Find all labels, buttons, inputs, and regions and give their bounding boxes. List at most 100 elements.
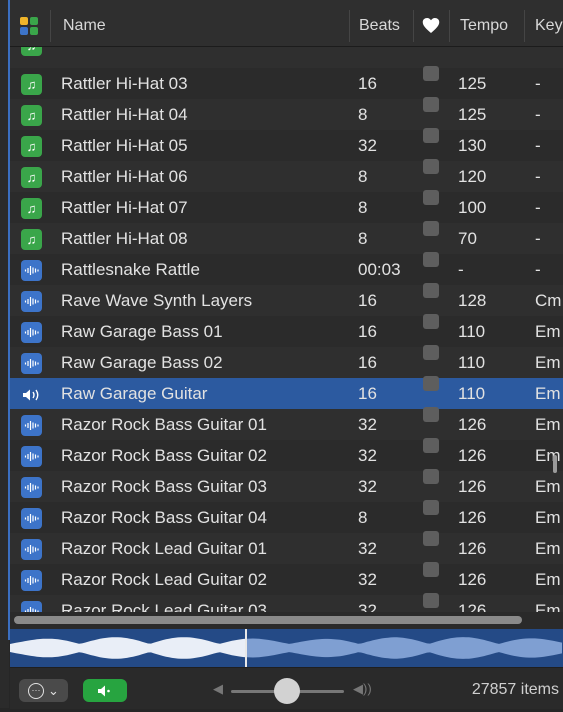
loop-name: Raw Garage Bass 02 [61, 353, 223, 372]
loop-key: - [535, 229, 541, 248]
favorite-checkbox[interactable] [423, 190, 439, 205]
waveform-preview[interactable] [10, 629, 563, 667]
list-item-selected[interactable]: Raw Garage Guitar 16 110 Em [10, 376, 563, 410]
favorite-checkbox[interactable] [423, 252, 439, 267]
loop-tempo: 100 [458, 198, 487, 217]
loop-beats: 32 [358, 477, 377, 496]
loop-tempo: 120 [458, 167, 487, 186]
audio-loop-icon [21, 322, 42, 343]
list-item[interactable]: Razor Rock Lead Guitar 02 32 126 Em [10, 562, 563, 596]
loop-name: Razor Rock Bass Guitar 04 [61, 508, 267, 527]
list-item[interactable]: ♫ Rattler Hi-Hat 07 8 100 - [10, 190, 563, 224]
favorite-checkbox[interactable] [423, 562, 439, 577]
favorite-checkbox[interactable] [423, 469, 439, 484]
horizontal-scrollbar[interactable] [10, 612, 563, 628]
loop-beats: 16 [358, 353, 377, 372]
loop-beats: 16 [358, 291, 377, 310]
favorite-checkbox[interactable] [423, 66, 439, 81]
list-item[interactable]: Raw Garage Bass 01 16 110 Em [10, 314, 563, 348]
audio-loop-icon [21, 508, 42, 529]
column-key[interactable]: Key [535, 0, 563, 46]
audio-loop-icon [21, 539, 42, 560]
loop-tempo: 125 [458, 74, 487, 93]
volume-slider-knob[interactable] [274, 678, 300, 704]
scrollbar-thumb[interactable] [14, 616, 522, 624]
list-item[interactable]: ♫ Rattler Hi-Hat 05 32 130 - [10, 128, 563, 162]
loop-beats: 16 [358, 322, 377, 341]
loop-tempo: 126 [458, 570, 487, 589]
favorite-checkbox[interactable] [423, 593, 439, 608]
list-item[interactable]: Raw Garage Bass 02 16 110 Em [10, 345, 563, 379]
chevron-down-icon: ⌄ [48, 682, 59, 698]
loop-name: Razor Rock Lead Guitar 02 [61, 570, 267, 589]
loop-key: Em [535, 415, 561, 434]
left-edge [0, 0, 10, 708]
list-item[interactable]: Razor Rock Bass Guitar 04 8 126 Em [10, 500, 563, 534]
audio-loop-icon [21, 353, 42, 374]
favorite-checkbox[interactable] [423, 128, 439, 143]
midi-loop-icon: ♫ [21, 198, 42, 219]
waveform-graphic [10, 637, 562, 659]
loop-name: Razor Rock Lead Guitar 01 [61, 539, 267, 558]
list-item[interactable]: Razor Rock Bass Guitar 02 32 126 Em [10, 438, 563, 472]
preview-speaker-button[interactable] [83, 679, 127, 702]
list-item-partial[interactable]: ♫ Rattler Hi-Hat 02 16 125 [10, 47, 563, 69]
list-item[interactable]: Razor Rock Lead Guitar 01 32 126 Em [10, 531, 563, 565]
list-item[interactable]: ♫ Rattler Hi-Hat 03 16 125 - [10, 66, 563, 100]
favorite-checkbox[interactable] [423, 221, 439, 236]
column-beats[interactable]: Beats [359, 0, 400, 46]
column-tempo[interactable]: Tempo [460, 0, 508, 46]
list-item[interactable]: ♫ Rattler Hi-Hat 08 8 70 - [10, 221, 563, 255]
loop-key: Em [535, 353, 561, 372]
loop-beats: 8 [358, 105, 368, 124]
midi-loop-icon: ♫ [21, 136, 42, 157]
list-item[interactable]: Razor Rock Bass Guitar 03 32 126 Em [10, 469, 563, 503]
favorite-checkbox[interactable] [423, 283, 439, 298]
playhead[interactable] [245, 629, 247, 667]
favorite-checkbox[interactable] [423, 531, 439, 546]
favorite-checkbox[interactable] [423, 376, 439, 391]
vertical-scroll-indicator[interactable] [553, 455, 557, 473]
favorite-checkbox[interactable] [423, 345, 439, 360]
list-item[interactable]: ♫ Rattler Hi-Hat 04 8 125 - [10, 97, 563, 131]
loop-tempo: 110 [458, 384, 486, 403]
midi-loop-icon: ♫ [21, 74, 42, 95]
more-options-button[interactable]: ··· ⌄ [19, 679, 68, 702]
favorite-checkbox[interactable] [423, 97, 439, 112]
loop-beats: 32 [358, 136, 377, 155]
column-name[interactable]: Name [63, 0, 106, 46]
loop-beats: 8 [358, 229, 368, 248]
loop-tempo: 128 [458, 291, 487, 310]
loop-tempo: 110 [458, 353, 486, 372]
loop-beats: 32 [358, 415, 377, 434]
favorite-checkbox[interactable] [423, 407, 439, 422]
loop-beats: 16 [358, 74, 377, 93]
favorite-checkbox[interactable] [423, 500, 439, 515]
type-filter-icon[interactable] [20, 17, 38, 35]
midi-loop-icon: ♫ [21, 167, 42, 188]
midi-loop-icon: ♫ [21, 47, 42, 56]
speaker-playing-icon [21, 384, 42, 405]
list-item[interactable]: Rattlesnake Rattle 00:03 - - [10, 252, 563, 286]
loop-key: Em [535, 322, 561, 341]
list-item[interactable]: Razor Rock Bass Guitar 01 32 126 Em [10, 407, 563, 441]
favorite-checkbox[interactable] [423, 314, 439, 329]
loop-tempo: 126 [458, 508, 487, 527]
favorite-checkbox[interactable] [423, 159, 439, 174]
loop-key: - [535, 136, 541, 155]
loop-name: Razor Rock Bass Guitar 02 [61, 446, 267, 465]
audio-loop-icon [21, 570, 42, 591]
browser-footer: ··· ⌄ ◀ ◀)) 27857 items [10, 667, 563, 709]
loop-name: Rave Wave Synth Layers [61, 291, 253, 310]
favorite-checkbox[interactable] [423, 438, 439, 453]
item-count: 27857 items [471, 681, 559, 698]
midi-loop-icon: ♫ [21, 229, 42, 250]
loop-key: - [535, 198, 541, 217]
loop-tempo: 130 [458, 136, 487, 155]
loop-name: Rattler Hi-Hat 08 [61, 229, 188, 248]
loop-key: Em [535, 570, 561, 589]
list-item[interactable]: Rave Wave Synth Layers 16 128 Cm [10, 283, 563, 317]
list-item[interactable]: ♫ Rattler Hi-Hat 06 8 120 - [10, 159, 563, 193]
loop-key: Em [535, 446, 561, 465]
speaker-icon [98, 685, 110, 696]
